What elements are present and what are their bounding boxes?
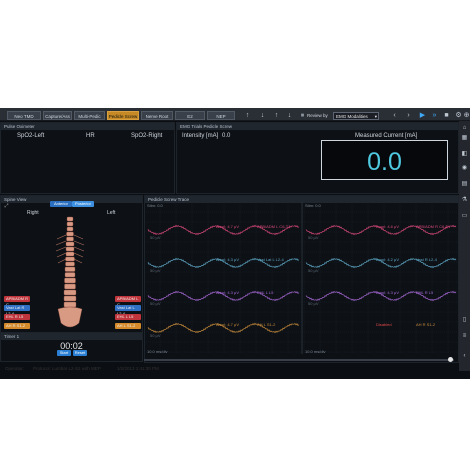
trace-scale-left: 50 μV [150, 333, 161, 338]
right-side-label: Right [27, 210, 39, 216]
trace-scale-right: 50 μV [308, 268, 319, 273]
trace-scale-left: 50 μV [150, 268, 161, 273]
trace-right-header: Stim: 0.0 [305, 203, 322, 208]
protocol-label: Protocol: Lumbar L2-S2 with MEP [33, 366, 101, 371]
spine-image [55, 216, 85, 328]
spine-tag-right[interactable]: Vast Lat R L2-4 [4, 305, 30, 316]
trace-scrollbar[interactable] [144, 359, 454, 361]
grid-icon[interactable]: ▦ [459, 134, 470, 143]
trace-amplitude-right: Ampl: 4.3 μV [376, 290, 399, 295]
pause-icon[interactable]: ⏸ [298, 111, 307, 120]
trace-channel-label-left: AH L S1-2 [257, 322, 276, 327]
download-icon[interactable]: ↓ [285, 111, 294, 120]
camera-icon[interactable]: ◉ [459, 164, 470, 173]
panel-icon[interactable]: ▯ [459, 316, 470, 325]
hr-label: HR [86, 133, 95, 139]
document-icon[interactable]: ▭ [459, 212, 470, 221]
measured-current-label: Measured Current [mA] [355, 133, 418, 139]
spo2-right-label: SpO2-Right [131, 133, 163, 139]
trace-amplitude-right: Ampl: 4.2 μV [376, 257, 399, 262]
measured-current-value: 0.0 [367, 148, 402, 176]
lock-icon[interactable]: ⊕ [462, 111, 470, 120]
left-side-label: Left [107, 210, 116, 216]
chevron-down-icon: ▾ [374, 114, 377, 119]
layers-icon[interactable]: ◧ [459, 150, 470, 159]
fast-forward-icon[interactable]: » [430, 111, 439, 120]
review-by-value: EMG Modalities [336, 114, 368, 119]
timer-panel: Timer 1 00:02 [0, 332, 143, 362]
trace-channel-label-right: EHL R L5 [416, 290, 434, 295]
spine-tag-right[interactable]: EHL R L5 [4, 314, 30, 320]
trace-amplitude-left: Ampl: 4.7 μV [216, 322, 239, 327]
timer-start-button[interactable]: Start [57, 350, 71, 356]
tab-capture-ass[interactable]: Capture/Ass [43, 111, 72, 120]
trace-channel-label-right: Vast R L2-4 [416, 257, 438, 262]
stim-tabs[interactable]: EMG Trials Pedicle Screw [177, 123, 458, 130]
trace-scale-left: 50 μV [150, 301, 161, 306]
collapse-icon[interactable]: ‹ [459, 352, 470, 361]
spine-tag-right[interactable]: APB/ADM R C [4, 296, 30, 307]
scrollbar-thumb[interactable] [448, 357, 453, 362]
spo2-left-label: SpO2-Left [17, 133, 45, 139]
tab-pedicle-screw[interactable]: Pedicle Screw [107, 111, 139, 120]
tab-nerve-root[interactable]: Nerve Root [141, 111, 173, 120]
download-icon[interactable]: ↓ [258, 111, 267, 120]
prev-icon[interactable]: ‹ [390, 111, 399, 120]
upload-icon[interactable]: ↑ [243, 111, 252, 120]
trace-area: Stim: 0.0 Stim: 0.0 10.0 ms/div 10.0 ms/div… [144, 202, 459, 354]
timer-title: Timer 1 [1, 333, 142, 340]
flask-icon[interactable]: ⚗ [459, 196, 470, 205]
timer-reset-button[interactable]: Reset [73, 350, 87, 356]
date-label: 1/2/2013 1:41:30 PM [117, 366, 159, 371]
chart-icon[interactable]: ▤ [459, 180, 470, 189]
trace-amplitude-left: Ampl: 4.7 μV [216, 224, 239, 229]
intensity-label: Intensity [mA] [182, 133, 219, 139]
review-by-label: Review by [307, 113, 328, 118]
trace-right-footer: 10.0 ms/div [305, 349, 325, 354]
stop-icon[interactable]: ■ [442, 111, 451, 120]
trace-channel-label-left: Vast Lat L L2-4 [257, 257, 284, 262]
review-by-select[interactable]: EMG Modalities ▾ [333, 112, 379, 120]
home-icon[interactable]: ⌂ [459, 124, 470, 133]
anterior-button[interactable]: Anterior [50, 201, 72, 207]
trace-channel-label-right: APB/ADM R C6-T1 [416, 224, 451, 229]
trace-channel-label-left: APB/ADM L C6-T1 [257, 224, 291, 229]
spine-tag-left[interactable]: Vast Lat L L2-4 [115, 305, 141, 316]
tab-neo-tmd[interactable]: Neo TMD [7, 111, 41, 120]
measured-current-display: 0.0 [321, 140, 448, 180]
posterior-button[interactable]: Posterior [72, 201, 94, 207]
trace-channel-label-left: EHL L L5 [257, 290, 274, 295]
intensity-value: 0.0 [222, 133, 231, 139]
spine-tag-left[interactable]: APB/ADM L C [115, 296, 141, 307]
timer-value: 00:02 [60, 341, 83, 351]
upload-icon[interactable]: ↑ [272, 111, 281, 120]
spine-tag-right[interactable]: AH R S1-2 [4, 323, 30, 329]
trace-scale-left: 50 μV [150, 235, 161, 240]
operator-label: Operator: [5, 366, 25, 371]
tab-nep[interactable]: NEP [207, 111, 235, 120]
trace-left-footer: 10.0 ms/div [147, 349, 167, 354]
trace-scale-right: 50 μV [308, 235, 319, 240]
tab-multi-pedic[interactable]: Multi-Pedic [74, 111, 105, 120]
trace-amplitude-right: Disabled [376, 322, 392, 327]
trace-left-header: Stim: 0.0 [147, 203, 164, 208]
expand-icon[interactable]: ⤢ [2, 202, 11, 211]
spine-tag-left[interactable]: AH L S1-2 [115, 323, 141, 329]
list-icon[interactable]: ≡ [459, 332, 470, 341]
next-icon[interactable]: › [404, 111, 413, 120]
trace-channel-label-right: AH R S1-2 [416, 322, 436, 327]
play-icon[interactable]: ▶ [418, 111, 427, 120]
spine-tag-left[interactable]: EHL L L5 [115, 314, 141, 320]
pulse-oximeter-title: Pulse Oximeter [1, 123, 174, 130]
trace-amplitude-right: Ampl: 4.6 μV [376, 224, 399, 229]
trace-amplitude-left: Ampl: 4.3 μV [216, 290, 239, 295]
trace-scale-right: 50 μV [308, 301, 319, 306]
trace-amplitude-left: Ampl: 4.3 μV [216, 257, 239, 262]
pulse-oximeter-panel: Pulse Oximeter SpO2-Left HR SpO2-Right [0, 122, 175, 194]
tab-e2[interactable]: E2 [175, 111, 205, 120]
